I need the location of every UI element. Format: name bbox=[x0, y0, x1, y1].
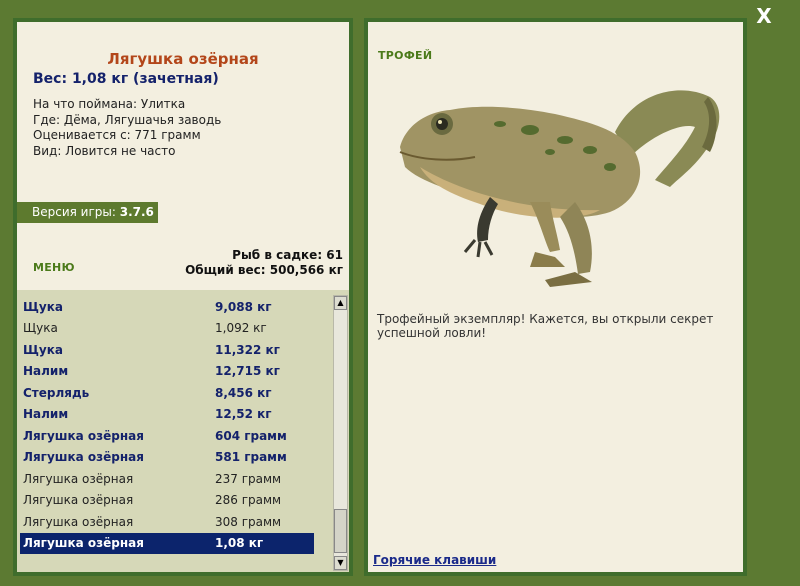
frog-image bbox=[399, 90, 720, 287]
catch-list-row[interactable]: Лягушка озёрная 604 грамм bbox=[20, 425, 314, 447]
game-version-bar: Версия игры: 3.7.6 bbox=[17, 202, 158, 223]
catch-fish-weight: 604 грамм bbox=[215, 428, 287, 443]
catch-fish-name: Лягушка озёрная bbox=[23, 493, 134, 508]
catch-list-scrollbar[interactable]: ▲ ▼ bbox=[333, 295, 348, 571]
catch-list-row[interactable]: Лягушка озёрная 308 грамм bbox=[20, 511, 314, 533]
catch-list-row[interactable]: Лягушка озёрная 581 грамм bbox=[20, 447, 314, 469]
catch-fish-weight: 308 грамм bbox=[215, 514, 282, 529]
version-label: Версия игры: bbox=[32, 205, 116, 219]
catch-fish-name: Щука bbox=[23, 321, 58, 336]
scroll-thumb[interactable] bbox=[334, 509, 347, 553]
catch-fish-name: Щука bbox=[23, 299, 63, 314]
catch-fish-name: Лягушка озёрная bbox=[23, 450, 144, 465]
catch-fish-name: Лягушка озёрная bbox=[23, 514, 134, 529]
fish-weight: Вес: 1,08 кг (зачетная) bbox=[33, 71, 219, 87]
catch-fish-weight: 8,456 кг bbox=[215, 385, 272, 400]
catch-list-row[interactable]: Стерлядь 8,456 кг bbox=[20, 382, 314, 404]
fish-count: Рыб в садке: 61 bbox=[232, 248, 343, 262]
catch-fish-weight: 237 грамм bbox=[215, 471, 282, 486]
catch-list-row[interactable]: Лягушка озёрная 237 грамм bbox=[20, 468, 314, 490]
catch-fish-name: Щука bbox=[23, 342, 63, 357]
scroll-down-arrow-icon[interactable]: ▼ bbox=[334, 556, 347, 570]
close-button[interactable]: X bbox=[752, 4, 776, 28]
fish-valued-from: Оценивается с: 771 грамм bbox=[33, 128, 201, 142]
catch-list-row[interactable]: Лягушка озёрная 1,08 кг bbox=[20, 532, 314, 554]
catch-fish-name: Стерлядь bbox=[23, 385, 90, 400]
catch-fish-name: Налим bbox=[23, 407, 69, 422]
catch-list-area: Щука 9,088 кг Щука 1,092 кг Щука 11,322 кг Нал… bbox=[17, 290, 349, 572]
catch-fish-weight: 1,08 кг bbox=[215, 536, 264, 551]
catch-list-row[interactable]: Щука 1,092 кг bbox=[20, 318, 314, 340]
catch-fish-weight: 581 грамм bbox=[215, 450, 287, 465]
fish-bait: На что поймана: Улитка bbox=[33, 97, 186, 111]
total-weight: Общий вес: 500,566 кг bbox=[185, 263, 343, 277]
catch-fish-weight: 1,092 кг bbox=[215, 321, 267, 336]
hotkeys-link[interactable]: Горячие клавиши bbox=[373, 553, 496, 567]
trophy-panel: ТРОФЕЙ Трофейный экземпляр! Кажется, вы … bbox=[364, 18, 747, 576]
catch-list-row[interactable]: Лягушка озёрная 286 грамм bbox=[20, 490, 314, 512]
version-value: 3.7.6 bbox=[119, 205, 154, 219]
catch-list-row[interactable]: Щука 11,322 кг bbox=[20, 339, 314, 361]
catch-fish-weight: 12,715 кг bbox=[215, 364, 280, 379]
trophy-description: Трофейный экземпляр! Кажется, вы открыли… bbox=[377, 312, 714, 340]
catch-list-row[interactable]: Налим 12,715 кг bbox=[20, 361, 314, 383]
menu-button[interactable]: МЕНЮ bbox=[33, 261, 75, 274]
catch-fish-name: Лягушка озёрная bbox=[23, 471, 134, 486]
catch-list[interactable]: Щука 9,088 кг Щука 1,092 кг Щука 11,322 кг Нал… bbox=[20, 296, 314, 554]
catch-fish-name: Налим bbox=[23, 364, 69, 379]
fish-title: Лягушка озёрная bbox=[107, 50, 259, 68]
catch-fish-name: Лягушка озёрная bbox=[23, 536, 144, 551]
catch-fish-weight: 286 грамм bbox=[215, 493, 282, 508]
keepnet-stats: Рыб в садке: 61 Общий вес: 500,566 кг bbox=[185, 248, 343, 278]
scroll-up-arrow-icon[interactable]: ▲ bbox=[334, 296, 347, 310]
fish-location: Где: Дёма, Лягушачья заводь bbox=[33, 113, 222, 127]
catch-fish-weight: 9,088 кг bbox=[215, 299, 272, 314]
catch-fish-weight: 12,52 кг bbox=[215, 407, 272, 422]
catch-list-row[interactable]: Налим 12,52 кг bbox=[20, 404, 314, 426]
fish-info-panel: Лягушка озёрная Вес: 1,08 кг (зачетная) … bbox=[13, 18, 353, 576]
catch-fish-weight: 11,322 кг bbox=[215, 342, 280, 357]
fish-kind: Вид: Ловится не часто bbox=[33, 144, 176, 158]
catch-list-row[interactable]: Щука 9,088 кг bbox=[20, 296, 314, 318]
catch-fish-name: Лягушка озёрная bbox=[23, 428, 144, 443]
